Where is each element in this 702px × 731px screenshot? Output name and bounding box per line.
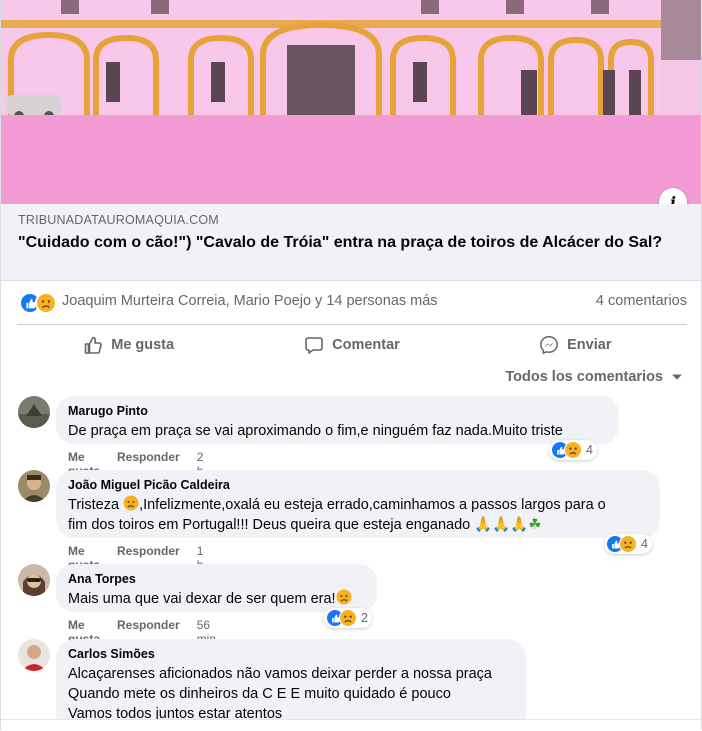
comments-count[interactable]: 4 comentarios <box>596 293 687 309</box>
praying-hands-emoji-icon: 🙏🙏🙏 <box>474 517 529 533</box>
link-preview[interactable]: TRIBUNADATAUROMAQUIA.COM "Cuidado com o … <box>1 204 701 281</box>
comment-bubble: Carlos Simões Alcaçarenses aficionados n… <box>56 639 526 731</box>
comment-author[interactable]: João Miguel Picão Caldeira <box>68 477 648 493</box>
reaction-count: 2 <box>361 611 368 625</box>
sad-reaction-icon <box>619 535 637 553</box>
caret-down-icon <box>672 374 682 380</box>
avatar[interactable] <box>18 639 50 671</box>
comment-text-line: Quando mete os dinheiros da C E E muito … <box>68 686 451 702</box>
comment-text: Tristeza ,Infelizmente,oxalá eu esteja e… <box>68 495 648 535</box>
comment-bubble: Marugo Pinto De praça em praça se vai ap… <box>56 396 619 444</box>
sad-reaction-icon <box>35 292 57 314</box>
messenger-icon <box>540 336 559 355</box>
comment-bubble: Ana Torpes Mais uma que vai dexar de ser… <box>56 564 377 612</box>
comment-reactions[interactable]: 4 <box>604 534 652 554</box>
reactions-summary: Joaquim Murteira Correia, Mario Poejo y … <box>19 290 687 314</box>
comment-text-part: fim dos toiros em Portugal!!! Deus queir… <box>68 517 475 533</box>
crying-emoji-icon <box>336 589 352 605</box>
like-button[interactable]: Me gusta <box>17 325 240 365</box>
comment-text: Alcaçarenses aficionados não vamos deixa… <box>68 664 514 724</box>
comment-icon <box>305 337 323 354</box>
building-photo <box>1 0 701 204</box>
scroll-edge <box>1 719 701 731</box>
link-domain: TRIBUNADATAUROMAQUIA.COM <box>18 213 219 227</box>
link-preview-image[interactable]: i <box>1 0 701 204</box>
thumbs-up-icon <box>84 336 103 354</box>
comment-reactions[interactable]: 4 <box>549 440 597 460</box>
send-button[interactable]: Enviar <box>464 325 687 365</box>
disappointed-emoji-icon <box>123 495 139 511</box>
post-card: i TRIBUNADATAUROMAQUIA.COM "Cuidado com … <box>0 0 702 731</box>
comment-label: Comentar <box>332 337 400 353</box>
comment-text: Mais uma que vai dexar de ser quem era! <box>68 589 365 609</box>
link-title[interactable]: "Cuidado com o cão!") "Cavalo de Tróia" … <box>18 233 668 253</box>
like-label: Me gusta <box>111 337 175 353</box>
avatar[interactable] <box>18 396 50 428</box>
sad-reaction-icon <box>339 609 357 627</box>
reaction-count: 4 <box>586 443 593 457</box>
action-bar: Me gusta Comentar Enviar <box>17 324 687 365</box>
comment-text-line: Alcaçarenses aficionados não vamos deixa… <box>68 666 492 682</box>
avatar[interactable] <box>18 470 50 502</box>
shamrock-emoji-icon: ☘ <box>528 517 542 533</box>
comments-filter[interactable]: Todos los comentarios <box>505 369 683 385</box>
comment-text-part: ,Infelizmente,oxalá eu esteja errado,cam… <box>139 497 606 513</box>
comment-reactions[interactable]: 2 <box>324 608 372 628</box>
comment-text-part: Tristeza <box>68 497 124 513</box>
send-label: Enviar <box>567 337 612 353</box>
comment-text: De praça em praça se vai aproximando o f… <box>68 423 563 439</box>
reaction-count: 4 <box>641 537 648 551</box>
comment-text-part: Mais uma que vai dexar de ser quem era! <box>68 591 336 607</box>
avatar[interactable] <box>18 564 50 596</box>
comment-author[interactable]: Ana Torpes <box>68 571 365 587</box>
comment-bubble: João Miguel Picão Caldeira Tristeza ,Inf… <box>56 470 660 538</box>
reactors-names[interactable]: Joaquim Murteira Correia, Mario Poejo y … <box>62 293 438 309</box>
comment-button[interactable]: Comentar <box>240 325 463 365</box>
comment-author[interactable]: Carlos Simões <box>68 646 514 662</box>
comment-author[interactable]: Marugo Pinto <box>68 403 607 419</box>
sad-reaction-icon <box>564 441 582 459</box>
reaction-icons[interactable] <box>19 292 59 314</box>
filter-label: Todos los comentarios <box>505 369 663 385</box>
